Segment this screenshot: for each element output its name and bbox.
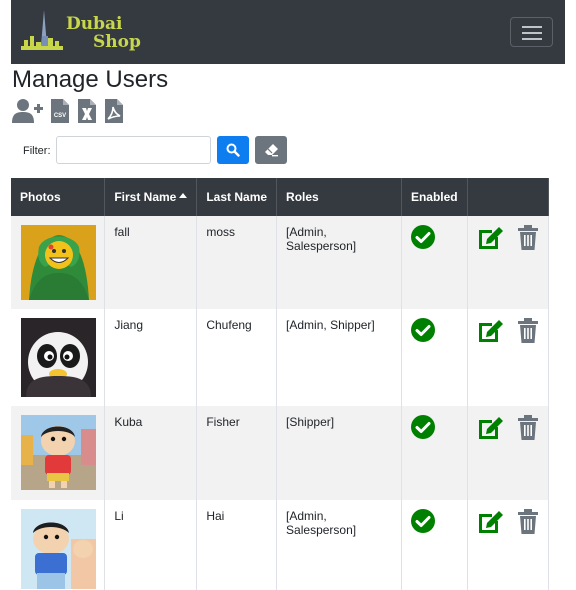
actions-cell (467, 309, 550, 406)
user-photo-cell (11, 309, 106, 406)
column-header-first-name-label[interactable]: First Name (114, 190, 176, 204)
table-row: Kuba Fisher [Shipper] (11, 406, 550, 500)
user-photo-fall (21, 225, 96, 300)
roles-cell: [Admin, Shipper] (276, 309, 402, 406)
roles-cell: [Shipper] (276, 406, 402, 500)
last-name-cell: Chufeng (196, 309, 278, 406)
last-name-cell: moss (196, 216, 278, 309)
users-table: Photos First Name Last Name Roles Enable… (11, 178, 550, 590)
edit-icon[interactable] (477, 318, 505, 343)
clear-filter-button[interactable] (255, 136, 287, 164)
user-photo-cell (11, 216, 106, 309)
table-row: Li Hai [Admin, Salesperson] (11, 500, 550, 590)
csv-file-label: CSV (54, 113, 66, 119)
first-name-cell: Jiang (104, 309, 198, 406)
actions-cell (467, 216, 550, 309)
user-photo-jiang (21, 318, 96, 397)
trash-icon[interactable] (517, 318, 539, 343)
first-name-cell: fall (104, 216, 198, 309)
brand-name-line1: Dubai (66, 14, 123, 34)
first-name-cell: Kuba (104, 406, 198, 500)
trash-icon[interactable] (517, 509, 539, 534)
column-header-roles-label[interactable]: Roles (286, 190, 319, 204)
column-header-last-name-label[interactable]: Last Name (206, 190, 267, 204)
navbar-toggler-button[interactable] (510, 17, 553, 47)
column-header-last-name[interactable]: Last Name (196, 178, 278, 216)
hamburger-icon-bar (522, 32, 542, 34)
excel-file-icon[interactable] (78, 99, 96, 123)
column-header-roles[interactable]: Roles (276, 178, 402, 216)
table-row: fall moss [Admin, Salesperson] (11, 216, 550, 309)
enabled-check-icon[interactable] (410, 415, 435, 439)
actions-cell (467, 500, 550, 590)
edit-icon[interactable] (477, 509, 505, 534)
page-title: Manage Users (12, 66, 169, 93)
column-header-photos: Photos (11, 178, 106, 216)
user-photo-li (21, 509, 96, 589)
actions-cell (467, 406, 550, 500)
table-row: Jiang Chufeng [Admin, Shipper] (11, 309, 550, 406)
enabled-check-icon[interactable] (410, 509, 435, 533)
last-name-cell: Fisher (196, 406, 278, 500)
edit-icon[interactable] (477, 415, 505, 440)
column-header-photos-label: Photos (20, 190, 61, 204)
edit-icon[interactable] (477, 225, 505, 250)
brand-logo[interactable]: Dubai Shop (21, 8, 141, 56)
hamburger-icon-bar (522, 38, 542, 40)
hamburger-icon (522, 26, 542, 28)
enabled-cell (401, 216, 468, 309)
filter-input[interactable] (56, 136, 211, 164)
enabled-cell (401, 406, 468, 500)
csv-file-icon[interactable]: CSV (51, 99, 69, 123)
column-header-actions (467, 178, 550, 216)
pdf-file-icon[interactable] (105, 99, 123, 123)
first-name-cell: Li (104, 500, 198, 590)
column-header-first-name[interactable]: First Name (104, 178, 198, 216)
last-name-cell: Hai (196, 500, 278, 590)
roles-cell: [Admin, Salesperson] (276, 216, 402, 309)
column-header-enabled[interactable]: Enabled (401, 178, 468, 216)
roles-cell: [Admin, Salesperson] (276, 500, 402, 590)
table-header-row: Photos First Name Last Name Roles Enable… (11, 178, 550, 216)
sort-ascending-icon (179, 193, 188, 198)
enabled-cell (401, 309, 468, 406)
trash-icon[interactable] (517, 225, 539, 250)
trash-icon[interactable] (517, 415, 539, 440)
add-user-icon[interactable] (12, 99, 43, 123)
user-photo-cell (11, 500, 106, 590)
search-button[interactable] (217, 136, 249, 164)
user-photo-cell (11, 406, 106, 500)
eraser-icon (265, 144, 278, 157)
column-header-enabled-label[interactable]: Enabled (411, 190, 458, 204)
enabled-check-icon[interactable] (410, 318, 435, 342)
enabled-cell (401, 500, 468, 590)
filter-label: Filter: (23, 145, 51, 157)
brand-name-line2: Shop (93, 32, 141, 52)
navbar: Dubai Shop (11, 0, 565, 64)
search-icon (226, 143, 240, 157)
enabled-check-icon[interactable] (410, 225, 435, 249)
user-photo-kuba (21, 415, 96, 490)
